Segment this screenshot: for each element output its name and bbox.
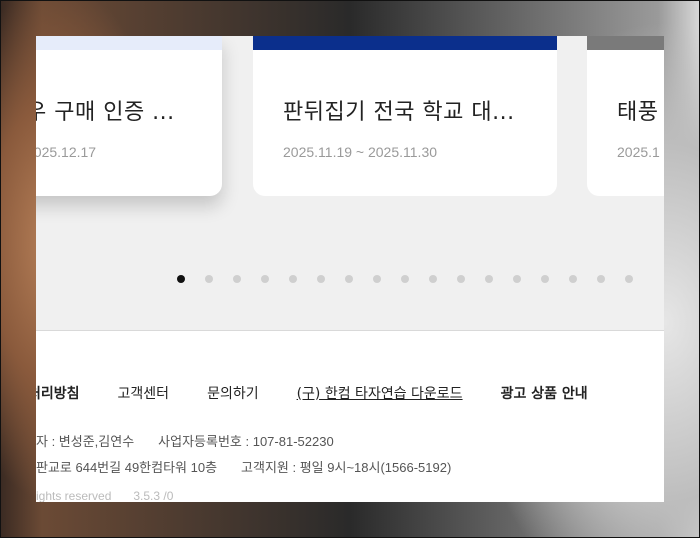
event-card-title: 판뒤집기 전국 학교 대... [283,100,515,125]
event-card-date: 2025.12.17 [36,144,97,160]
company-info-line-1: 자 : 변성준,김연수 사업자등록번호 : 107-81-52230 [36,431,334,450]
pagination-dot[interactable] [177,275,185,283]
event-card-date: 2025.11.19 ~ 2025.11.30 [283,144,438,160]
pagination-dot[interactable] [233,275,241,283]
footer-links: 처리방침 고객센터 문의하기 (구) 한컴 타자연습 다운로드 광고 상품 안내 [36,383,626,403]
card-color-bar [587,36,664,50]
pagination-dot[interactable] [541,275,549,283]
privacy-policy-link[interactable]: 처리방침 [36,383,80,403]
card-color-bar [253,36,557,50]
copyright-text: ights reserved [36,489,112,502]
pagination-dot[interactable] [289,275,297,283]
company-info-line-2: 판교로 644번길 49한컴타워 10층 고객지원 : 평일 9시~18시(156… [36,457,451,476]
ad-info-link[interactable]: 광고 상품 안내 [501,383,588,403]
carousel-pagination [177,275,633,283]
event-card-next[interactable]: 태풍 2025.1 [587,36,664,196]
inquiry-link[interactable]: 문의하기 [207,383,259,403]
legacy-download-link[interactable]: (구) 한컴 타자연습 다운로드 [297,383,463,403]
pagination-dot[interactable] [457,275,465,283]
pagination-dot[interactable] [373,275,381,283]
event-card-date: 2025.1 [617,144,660,160]
pagination-dot[interactable] [485,275,493,283]
version-text: 3.5.3 /0 [133,489,174,502]
customer-center-link[interactable]: 고객센터 [118,383,170,403]
ceo-info: 자 : 변성준,김연수 [36,434,135,449]
pagination-dot[interactable] [345,275,353,283]
pagination-dot[interactable] [401,275,409,283]
business-number: 사업자등록번호 : 107-81-52230 [158,434,334,449]
pagination-dot[interactable] [429,275,437,283]
pagination-dot[interactable] [261,275,269,283]
support-hours: 고객지원 : 평일 9시~18시(1566-5192) [241,460,452,475]
pagination-dot[interactable] [625,275,633,283]
event-card-title: 태풍 [617,100,659,125]
card-color-bar [36,36,222,50]
copyright: ights reserved 3.5.3 /0 [36,489,173,502]
company-address: 판교로 644번길 49한컴타워 10층 [36,460,218,475]
content-panel: 우 구매 인증 ... 2025.12.17 판뒤집기 전국 학교 대... 2… [36,36,664,502]
event-card-title: 우 구매 인증 ... [36,100,175,125]
event-card-current[interactable]: 판뒤집기 전국 학교 대... 2025.11.19 ~ 2025.11.30 [253,36,557,196]
pagination-dot[interactable] [317,275,325,283]
pagination-dot[interactable] [205,275,213,283]
site-footer: 처리방침 고객센터 문의하기 (구) 한컴 타자연습 다운로드 광고 상품 안내… [36,330,664,502]
pagination-dot[interactable] [569,275,577,283]
pagination-dot[interactable] [597,275,605,283]
pagination-dot[interactable] [513,275,521,283]
event-card-previous[interactable]: 우 구매 인증 ... 2025.12.17 [36,36,222,196]
